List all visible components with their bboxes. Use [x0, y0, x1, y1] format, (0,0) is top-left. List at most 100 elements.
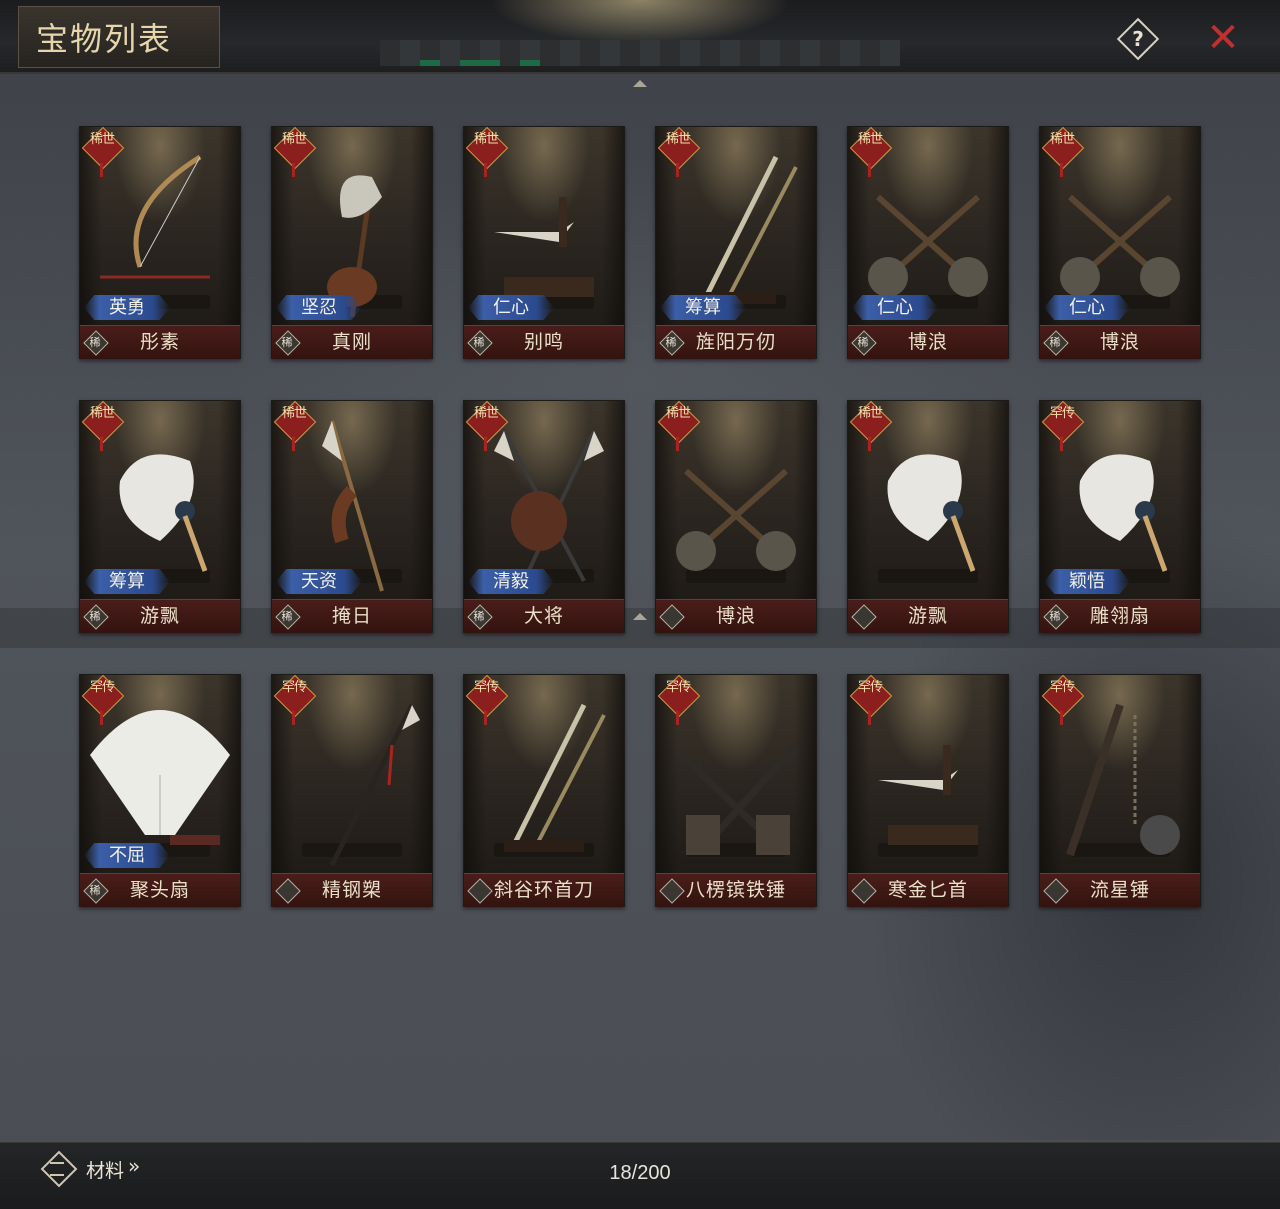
tassel — [676, 437, 679, 451]
name-bar: 精钢槊 — [272, 873, 432, 907]
treasure-card[interactable]: 罕传斜谷环首刀 — [463, 674, 625, 907]
attribute-badge: 英勇 — [84, 295, 170, 320]
rarity-tag: 罕传 — [81, 674, 125, 725]
rarity-tag: 罕传 — [465, 674, 509, 725]
treasure-name: 别鸣 — [523, 331, 564, 353]
treasure-card[interactable]: 罕传精钢槊 — [271, 674, 433, 907]
rarity-tag: 稀世 — [273, 126, 317, 177]
close-button[interactable]: ✕ — [1203, 18, 1243, 58]
rarity-tag: 罕传 — [273, 674, 317, 725]
mosaic-block — [520, 60, 540, 66]
rarity-label: 稀世 — [89, 406, 115, 421]
treasure-name: 八楞镔铁锤 — [685, 879, 786, 901]
treasure-name: 彤素 — [139, 331, 180, 353]
rarity-label: 罕传 — [1049, 680, 1075, 695]
rarity-label: 罕传 — [473, 680, 499, 695]
treasure-name: 旌阳万仞 — [695, 331, 776, 353]
treasure-card[interactable]: 罕传 颖悟稀雕翎扇 — [1039, 400, 1201, 633]
treasure-card[interactable]: 稀世 天资稀掩日 — [271, 400, 433, 633]
rarity-tag: 稀世 — [465, 126, 509, 177]
mosaic-block — [460, 60, 500, 66]
top-bar: 宝物列表 ? ✕ — [0, 0, 1280, 74]
treasure-name: 游飘 — [907, 605, 948, 627]
rarity-label: 罕传 — [89, 680, 115, 695]
tassel — [100, 437, 103, 451]
name-bar: 博浪 — [656, 599, 816, 633]
treasure-card[interactable]: 稀世 仁心稀博浪 — [847, 126, 1009, 359]
chevron-right-icon: » — [128, 1154, 141, 1178]
attribute-badge: 筹算 — [660, 295, 746, 320]
help-button[interactable]: ? — [1116, 17, 1160, 61]
treasure-card[interactable]: 稀世博浪 — [655, 400, 817, 633]
treasure-card[interactable]: 稀世清毅稀大将 — [463, 400, 625, 633]
name-bar: 稀大将 — [464, 599, 624, 633]
name-bar: 稀游飘 — [80, 599, 240, 633]
name-bar: 寒金匕首 — [848, 873, 1008, 907]
rarity-tag: 稀世 — [1041, 126, 1085, 177]
name-bar: 游飘 — [848, 599, 1008, 633]
rarity-label: 稀世 — [89, 132, 115, 147]
attribute-badge: 筹算 — [84, 569, 170, 594]
redacted-area — [380, 40, 900, 66]
materials-button[interactable]: 材料 » — [40, 1148, 170, 1188]
treasure-name: 游飘 — [139, 605, 180, 627]
treasure-card[interactable]: 罕传八楞镔铁锤 — [655, 674, 817, 907]
rarity-label: 稀世 — [281, 406, 307, 421]
treasure-card[interactable]: 罕传流星锤 — [1039, 674, 1201, 907]
rarity-label: 罕传 — [665, 680, 691, 695]
tassel — [100, 711, 103, 725]
rarity-label: 稀世 — [473, 406, 499, 421]
treasure-name: 斜谷环首刀 — [493, 879, 594, 901]
attribute-badge: 不屈 — [84, 843, 170, 868]
treasure-card[interactable]: 稀世英勇稀彤素 — [79, 126, 241, 359]
rarity-tag: 罕传 — [1041, 400, 1085, 451]
scroll-up-arrow-icon[interactable] — [633, 80, 647, 87]
treasure-name: 雕翎扇 — [1089, 605, 1150, 627]
close-icon: ✕ — [1206, 15, 1240, 61]
treasure-card[interactable]: 罕传不屈稀聚头扇 — [79, 674, 241, 907]
treasure-card[interactable]: 稀世筹算稀游飘 — [79, 400, 241, 633]
attribute-badge: 仁心 — [852, 295, 938, 320]
name-bar: 稀旌阳万仞 — [656, 325, 816, 359]
name-bar: 稀真刚 — [272, 325, 432, 359]
rarity-tag: 稀世 — [81, 400, 125, 451]
name-bar: 稀雕翎扇 — [1040, 599, 1200, 633]
rarity-tag: 稀世 — [273, 400, 317, 451]
treasure-count: 18/200 — [609, 1162, 671, 1184]
name-bar: 稀聚头扇 — [80, 873, 240, 907]
tassel — [292, 711, 295, 725]
treasure-card[interactable]: 罕传 寒金匕首 — [847, 674, 1009, 907]
name-bar: 八楞镔铁锤 — [656, 873, 816, 907]
rarity-label: 罕传 — [281, 680, 307, 695]
tassel — [676, 163, 679, 177]
treasure-card[interactable]: 稀世筹算稀旌阳万仞 — [655, 126, 817, 359]
name-bar: 稀彤素 — [80, 325, 240, 359]
rarity-tag: 罕传 — [849, 674, 893, 725]
attribute-badge: 仁心 — [468, 295, 554, 320]
materials-icon — [40, 1150, 78, 1188]
name-bar: 稀掩日 — [272, 599, 432, 633]
treasure-card[interactable]: 稀世 坚忍稀真刚 — [271, 126, 433, 359]
treasure-name: 真刚 — [331, 331, 372, 353]
tassel — [1060, 437, 1063, 451]
tassel — [484, 437, 487, 451]
treasure-name: 博浪 — [715, 605, 756, 627]
tassel — [868, 437, 871, 451]
attribute-badge: 清毅 — [468, 569, 554, 594]
treasure-card[interactable]: 稀世 仁心稀博浪 — [1039, 126, 1201, 359]
treasure-card[interactable]: 稀世 游飘 — [847, 400, 1009, 633]
tassel — [484, 711, 487, 725]
rarity-tag: 稀世 — [657, 126, 701, 177]
rarity-tag: 稀世 — [849, 126, 893, 177]
name-bar: 流星锤 — [1040, 873, 1200, 907]
rarity-tag: 稀世 — [657, 400, 701, 451]
tassel — [100, 163, 103, 177]
treasure-name: 掩日 — [331, 605, 372, 627]
rarity-label: 稀世 — [473, 132, 499, 147]
tassel — [1060, 711, 1063, 725]
tassel — [868, 163, 871, 177]
materials-icon-inner — [50, 1162, 64, 1176]
rarity-label: 罕传 — [1049, 406, 1075, 421]
tassel — [676, 711, 679, 725]
treasure-card[interactable]: 稀世 仁心稀别鸣 — [463, 126, 625, 359]
